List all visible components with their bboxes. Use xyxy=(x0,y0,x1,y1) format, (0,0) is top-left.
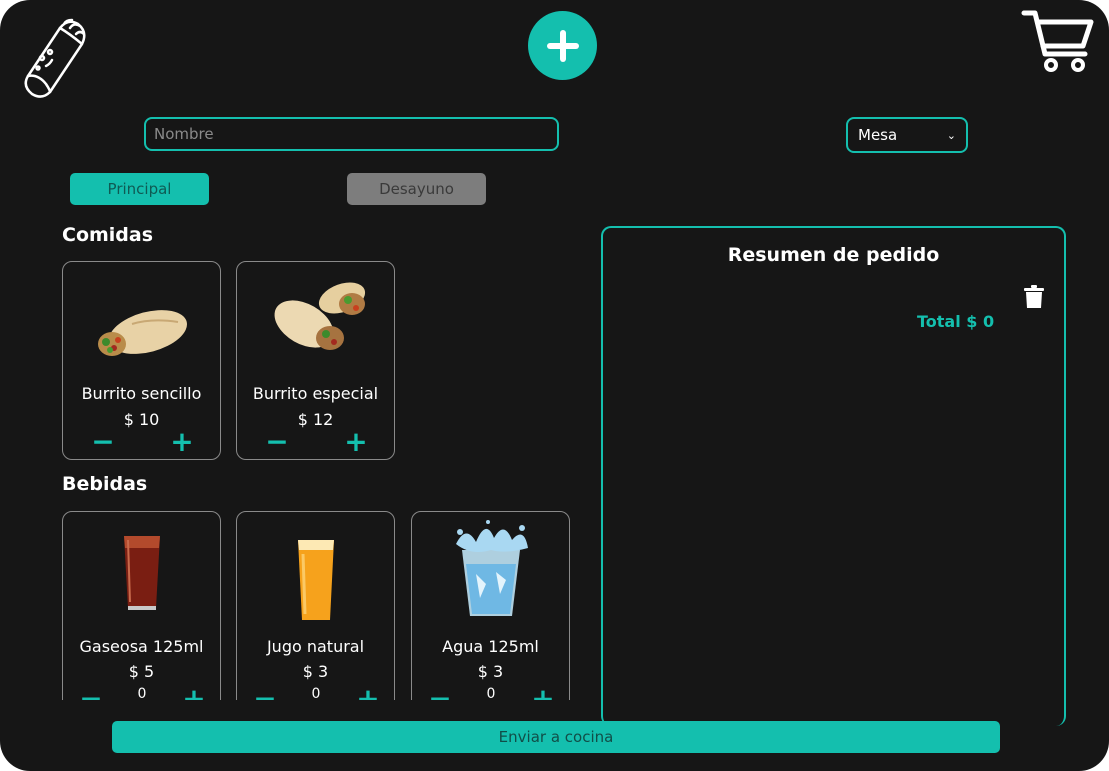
chevron-down-icon: ⌄ xyxy=(946,128,956,142)
name-input[interactable] xyxy=(144,117,559,151)
bebidas-list: Gaseosa 125ml $ 5 − 0 + Jugo natural $ 3… xyxy=(0,500,600,700)
product-card[interactable]: Jugo natural $ 3 − 0 + xyxy=(236,511,395,700)
add-button[interactable] xyxy=(528,11,597,80)
quantity-value: 0 xyxy=(311,686,321,700)
decrease-button[interactable]: − xyxy=(78,685,104,701)
product-name: Burrito especial xyxy=(252,384,379,403)
burrito-special-image xyxy=(274,282,365,350)
app-frame: Mesa ⌄ Principal Desayuno Comidas Burrit… xyxy=(0,0,1109,771)
plus-icon xyxy=(546,29,579,62)
increase-button[interactable]: + xyxy=(355,685,381,701)
send-to-kitchen-button[interactable]: Enviar a cocina xyxy=(112,721,1000,753)
decrease-button[interactable]: − xyxy=(252,685,278,701)
mesa-select[interactable]: Mesa ⌄ xyxy=(846,117,968,153)
product-name: Jugo natural xyxy=(266,637,365,656)
product-name: Agua 125ml xyxy=(442,637,539,656)
order-summary-panel: Resumen de pedido Total $ 0 xyxy=(601,226,1066,726)
increase-button[interactable]: + xyxy=(343,428,369,456)
tab-desayuno[interactable]: Desayuno xyxy=(347,173,486,205)
soda-glass-image xyxy=(123,536,160,610)
product-price: $ 5 xyxy=(128,662,155,681)
product-card[interactable]: Burrito especial $ 12 − + xyxy=(236,261,395,460)
product-card[interactable]: Gaseosa 125ml $ 5 − 0 + xyxy=(62,511,221,700)
tab-principal[interactable]: Principal xyxy=(70,173,209,205)
product-card[interactable]: Burrito sencillo $ 10 − + xyxy=(62,261,221,460)
comidas-section-title: Comidas xyxy=(62,224,154,246)
increase-button[interactable]: + xyxy=(181,685,207,701)
decrease-button[interactable]: − xyxy=(427,685,453,701)
product-price: $ 10 xyxy=(123,410,160,429)
summary-title: Resumen de pedido xyxy=(727,244,940,266)
product-price: $ 3 xyxy=(477,662,504,681)
product-card[interactable]: Agua 125ml $ 3 − 0 + xyxy=(411,511,570,700)
product-price: $ 12 xyxy=(297,410,334,429)
juice-glass-image xyxy=(297,540,334,620)
trash-icon[interactable] xyxy=(1023,285,1045,309)
decrease-button[interactable]: − xyxy=(264,428,290,456)
decrease-button[interactable]: − xyxy=(90,428,116,456)
shopping-cart-icon[interactable] xyxy=(1021,8,1095,74)
mesa-select-value: Mesa xyxy=(858,126,898,144)
quantity-value: 0 xyxy=(137,686,147,700)
quantity-value: 0 xyxy=(486,686,496,700)
water-glass-image xyxy=(455,520,528,616)
product-name: Gaseosa 125ml xyxy=(79,637,204,656)
order-total: Total $ 0 xyxy=(917,312,995,331)
increase-button[interactable]: + xyxy=(169,428,195,456)
product-price: $ 3 xyxy=(302,662,329,681)
burrito-image xyxy=(97,310,187,356)
burrito-logo-icon xyxy=(24,18,86,98)
increase-button[interactable]: + xyxy=(530,685,556,701)
product-name: Burrito sencillo xyxy=(81,384,202,403)
bebidas-section-title: Bebidas xyxy=(62,473,148,495)
